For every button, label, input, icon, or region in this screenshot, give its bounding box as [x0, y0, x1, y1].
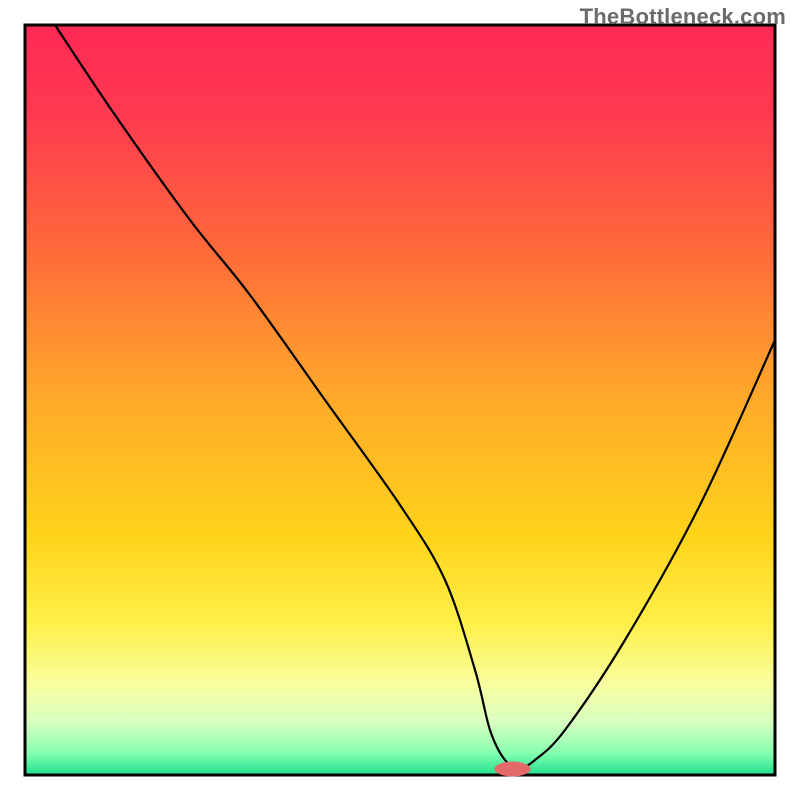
optimal-marker — [495, 762, 531, 777]
bottleneck-chart — [0, 0, 800, 800]
plot-background — [25, 25, 775, 775]
watermark-text: TheBottleneck.com — [580, 4, 786, 30]
chart-container: TheBottleneck.com — [0, 0, 800, 800]
